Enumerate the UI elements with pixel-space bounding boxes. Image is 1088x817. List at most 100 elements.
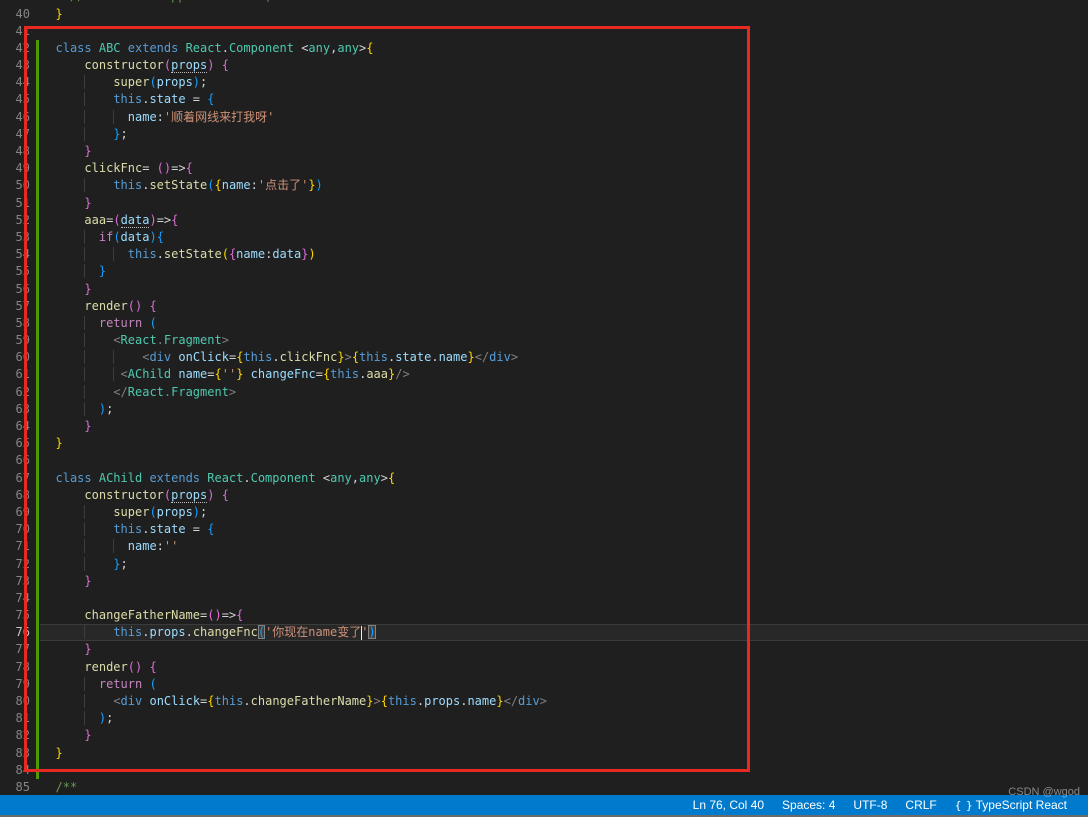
indentation-indicator[interactable]: Spaces: 4 bbox=[773, 798, 844, 812]
code-line-64[interactable]: 64 } bbox=[0, 418, 1088, 436]
line-number[interactable]: 66 bbox=[0, 452, 30, 469]
code-line-66[interactable]: 66 bbox=[0, 452, 1088, 470]
line-number[interactable]: 75 bbox=[0, 607, 30, 624]
code-line-61[interactable]: 61 <AChild name={''} changeFnc={this.aaa… bbox=[0, 366, 1088, 384]
code-line-83[interactable]: 83} bbox=[0, 744, 1088, 762]
line-number[interactable]: 65 bbox=[0, 435, 30, 452]
line-number[interactable]: 68 bbox=[0, 487, 30, 504]
line-number[interactable]: 73 bbox=[0, 573, 30, 590]
code-line-62[interactable]: 62 </React.Fragment> bbox=[0, 383, 1088, 401]
line-number[interactable]: 69 bbox=[0, 504, 30, 521]
line-number[interactable]: 78 bbox=[0, 659, 30, 676]
code-line-41[interactable]: 41 bbox=[0, 23, 1088, 40]
code-line-50[interactable]: 50 this.setState({name:'点击了'}) bbox=[0, 177, 1088, 195]
line-number[interactable]: 59 bbox=[0, 332, 30, 349]
line-number[interactable]: 85 bbox=[0, 779, 30, 796]
line-number[interactable]: 82 bbox=[0, 727, 30, 744]
line-number[interactable]: 44 bbox=[0, 74, 30, 91]
code-line-81[interactable]: 81 ); bbox=[0, 710, 1088, 728]
line-number[interactable]: 72 bbox=[0, 556, 30, 573]
code-line-43[interactable]: 43 constructor(props) { bbox=[0, 57, 1088, 75]
line-number[interactable]: 84 bbox=[0, 762, 30, 779]
line-number[interactable]: 47 bbox=[0, 126, 30, 143]
code-line-79[interactable]: 79 return ( bbox=[0, 675, 1088, 693]
line-number[interactable]: 74 bbox=[0, 590, 30, 607]
code-line-57[interactable]: 57 render() { bbox=[0, 297, 1088, 315]
code-line-70[interactable]: 70 this.state = { bbox=[0, 521, 1088, 539]
code-line-84[interactable]: 84 bbox=[0, 761, 1088, 779]
line-number[interactable]: 71 bbox=[0, 538, 30, 555]
cursor-position-indicator[interactable]: Ln 76, Col 40 bbox=[684, 798, 773, 812]
line-number[interactable]: 55 bbox=[0, 263, 30, 280]
encoding-indicator[interactable]: UTF-8 bbox=[844, 798, 896, 812]
line-number[interactable]: 81 bbox=[0, 710, 30, 727]
line-number[interactable]: 76 bbox=[0, 624, 30, 641]
line-number[interactable]: 58 bbox=[0, 315, 30, 332]
line-number[interactable]: 56 bbox=[0, 281, 30, 298]
code-line-44[interactable]: 44 super(props); bbox=[0, 74, 1088, 92]
code-line-40[interactable]: 40} bbox=[0, 6, 1088, 23]
code-line-71[interactable]: 71 name:'' bbox=[0, 538, 1088, 556]
code-line-72[interactable]: 72 }; bbox=[0, 555, 1088, 573]
line-number[interactable]: 83 bbox=[0, 745, 30, 762]
code-text: this.state = { bbox=[39, 91, 215, 108]
code-line-74[interactable]: 74 bbox=[0, 589, 1088, 608]
line-number[interactable]: 49 bbox=[0, 160, 30, 177]
code-line-52[interactable]: 52 aaa=(data)=>{ bbox=[0, 211, 1088, 229]
code-line-73[interactable]: 73 } bbox=[0, 572, 1088, 590]
code-line-54[interactable]: 54 this.setState({name:data}) bbox=[0, 246, 1088, 264]
line-number[interactable]: 64 bbox=[0, 418, 30, 435]
code-line-60[interactable]: 60 <div onClick={this.clickFnc}>{this.st… bbox=[0, 349, 1088, 367]
code-line-45[interactable]: 45 this.state = { bbox=[0, 91, 1088, 109]
line-number[interactable]: 67 bbox=[0, 470, 30, 487]
line-number[interactable]: 48 bbox=[0, 143, 30, 160]
code-line-56[interactable]: 56 } bbox=[0, 280, 1088, 298]
line-number[interactable]: 77 bbox=[0, 641, 30, 658]
code-line-85[interactable]: 85 /** bbox=[0, 779, 1088, 796]
line-number[interactable]: 53 bbox=[0, 229, 30, 246]
code-line-49[interactable]: 49 clickFnc= ()=>{ bbox=[0, 160, 1088, 178]
code-line-47[interactable]: 47 }; bbox=[0, 125, 1088, 143]
code-text: this.setState({name:data}) bbox=[39, 246, 316, 263]
code-line-63[interactable]: 63 ); bbox=[0, 400, 1088, 418]
line-number[interactable]: 42 bbox=[0, 40, 30, 57]
code-line-67[interactable]: 67 class AChild extends React.Component <… bbox=[0, 469, 1088, 487]
line-number[interactable]: 40 bbox=[0, 6, 30, 23]
line-number[interactable]: 62 bbox=[0, 384, 30, 401]
line-number[interactable]: 50 bbox=[0, 177, 30, 194]
line-number[interactable]: 45 bbox=[0, 91, 30, 108]
line-number[interactable]: 46 bbox=[0, 109, 30, 126]
line-number[interactable]: 57 bbox=[0, 298, 30, 315]
line-number[interactable]: 43 bbox=[0, 57, 30, 74]
line-number[interactable]: 70 bbox=[0, 521, 30, 538]
line-number[interactable]: 41 bbox=[0, 23, 30, 40]
code-line-75[interactable]: 75 changeFatherName=()=>{ bbox=[0, 607, 1088, 625]
code-line-69[interactable]: 69 super(props); bbox=[0, 503, 1088, 522]
code-line-42[interactable]: 42 class ABC extends React.Component <any… bbox=[0, 39, 1088, 58]
code-line-59[interactable]: 59 <React.Fragment> bbox=[0, 332, 1088, 350]
code-line-53[interactable]: 53 if(data){ bbox=[0, 228, 1088, 247]
code-editor[interactable]: // forUti in appearofModule)40}4142class… bbox=[0, 0, 1088, 796]
code-line-76[interactable]: 76 this.props.changeFnc('你现在name变了') bbox=[0, 624, 1088, 642]
line-number[interactable]: 80 bbox=[0, 693, 30, 710]
code-line-68[interactable]: 68 constructor(props) { bbox=[0, 486, 1088, 504]
code-line-51[interactable]: 51 } bbox=[0, 194, 1088, 212]
code-line-65[interactable]: 65} bbox=[0, 435, 1088, 453]
line-number[interactable]: 60 bbox=[0, 349, 30, 366]
language-mode-indicator[interactable]: { } TypeScript React bbox=[946, 798, 1076, 812]
code-line-58[interactable]: 58 return ( bbox=[0, 314, 1088, 333]
code-line-78[interactable]: 78 render() { bbox=[0, 658, 1088, 676]
line-number[interactable]: 52 bbox=[0, 212, 30, 229]
line-number[interactable]: 79 bbox=[0, 676, 30, 693]
line-number[interactable]: 51 bbox=[0, 195, 30, 212]
code-line-80[interactable]: 80 <div onClick={this.changeFatherName}>… bbox=[0, 693, 1088, 711]
code-line-82[interactable]: 82 } bbox=[0, 727, 1088, 745]
code-line-48[interactable]: 48 } bbox=[0, 143, 1088, 161]
code-line-55[interactable]: 55 } bbox=[0, 263, 1088, 281]
line-number[interactable]: 61 bbox=[0, 366, 30, 383]
code-line-46[interactable]: 46 name:'顺着网线来打我呀' bbox=[0, 108, 1088, 126]
line-number[interactable]: 54 bbox=[0, 246, 30, 263]
line-number[interactable]: 63 bbox=[0, 401, 30, 418]
code-line-77[interactable]: 77 } bbox=[0, 641, 1088, 659]
eol-indicator[interactable]: CRLF bbox=[896, 798, 945, 812]
